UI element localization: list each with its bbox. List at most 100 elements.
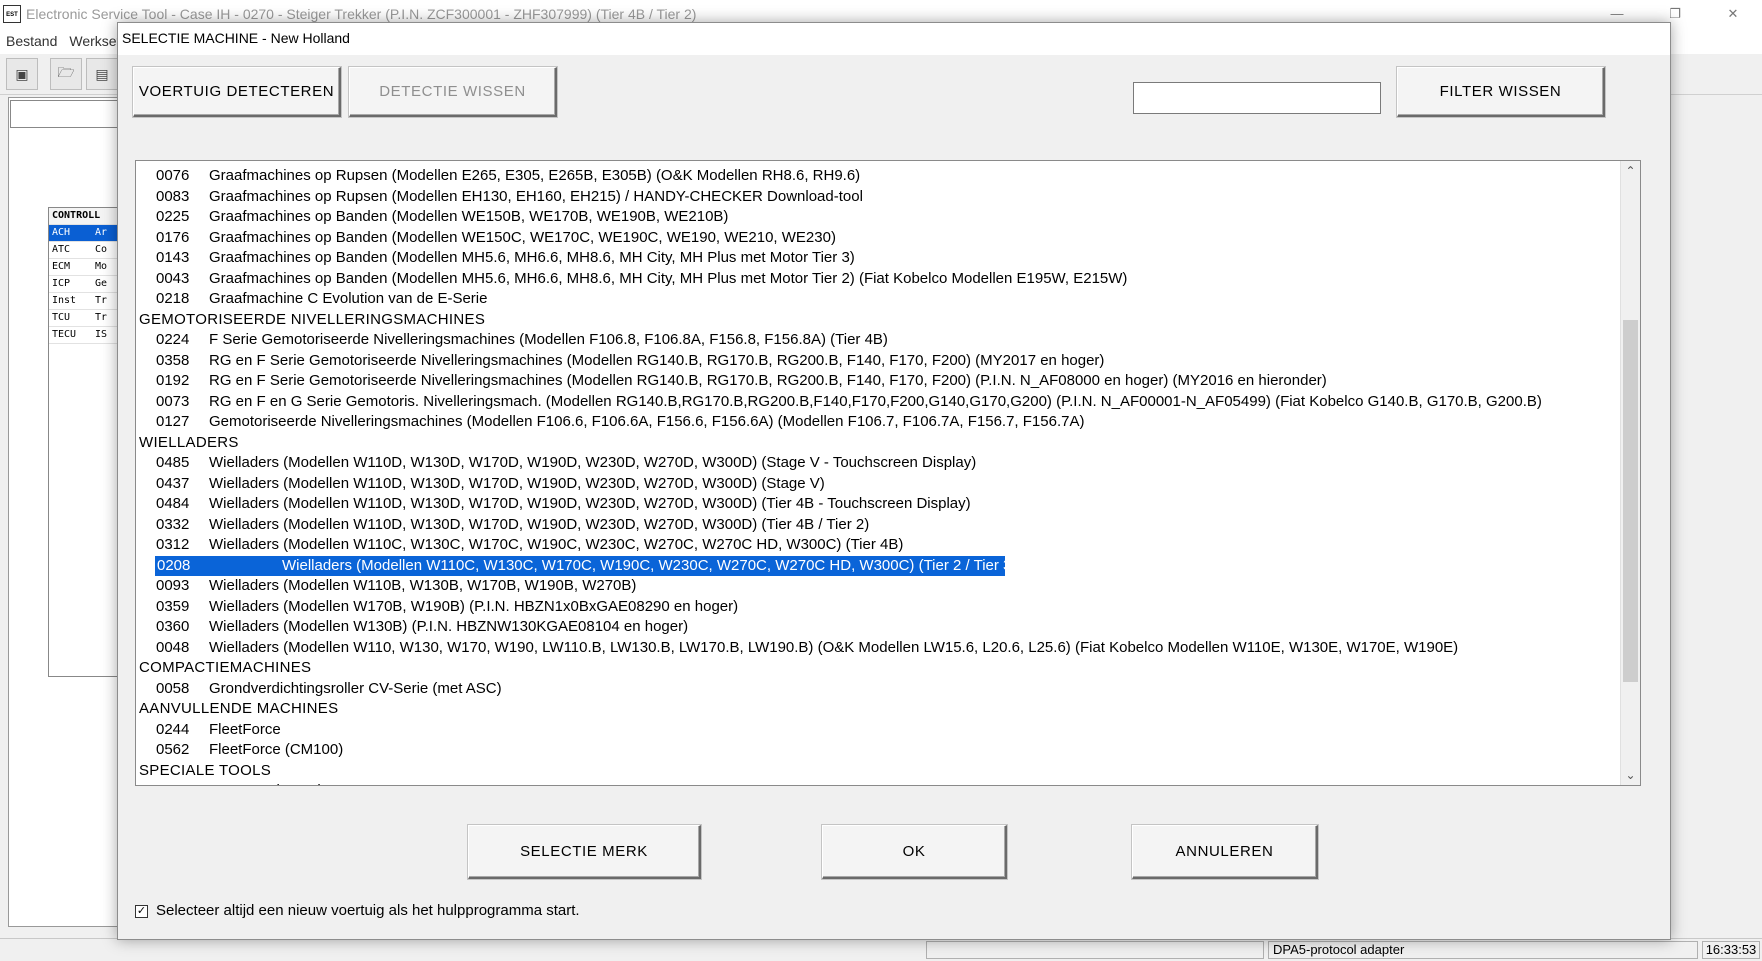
controller-name: Ar xyxy=(95,227,108,238)
machine-code: 0076 xyxy=(156,167,190,184)
list-item[interactable]: 0043 Graafmachines op Banden (Modellen MH… xyxy=(136,269,1620,290)
machine-description: RG en F en G Serie Gemotoris. Nivellerin… xyxy=(209,392,1542,410)
app-statusbar: DPA5-protocol adapter 16:33:53 xyxy=(0,938,1762,961)
machine-code: 0244 xyxy=(156,720,190,738)
machine-description: Wielladers (Modellen W170B, W190B) (P.I.… xyxy=(209,597,739,615)
machine-code: 0192 xyxy=(156,372,190,389)
list-item[interactable]: 0359 Wielladers (Modellen W170B, W190B) (… xyxy=(136,597,1620,618)
controller-row[interactable]: Inst Tr xyxy=(49,293,119,310)
machine-description: Grondverdichtingsroller CV-Serie (met AS… xyxy=(209,679,502,697)
list-item[interactable]: 0419 Logger onbewerkte CAN-gegevens xyxy=(136,781,1620,785)
list-item[interactable]: 0058 Grondverdichtingsroller CV-Serie (me… xyxy=(136,679,1620,700)
machine-code: 0225 xyxy=(156,208,190,225)
controller-code: ACH xyxy=(52,227,71,238)
controller-row[interactable]: ATC Co xyxy=(49,242,119,259)
filter-input[interactable] xyxy=(1133,82,1381,114)
list-item[interactable]: 0312 Wielladers (Modellen W110C, W130C, W… xyxy=(136,535,1620,556)
scroll-thumb[interactable] xyxy=(1623,319,1638,682)
machine-code: 0562 xyxy=(156,741,190,758)
controller-code: Inst xyxy=(52,295,77,306)
list-scrollbar[interactable]: ⌃ ⌄ xyxy=(1620,161,1640,785)
controllers-table-header: CONTROLL xyxy=(49,208,119,225)
machine-code: 0093 xyxy=(156,577,190,594)
controller-code: TECU xyxy=(52,329,77,340)
app-title: Electronic Service Tool - Case IH - 0270… xyxy=(26,6,697,22)
machine-description: Gemotoriseerde Nivelleringsmachines (Mod… xyxy=(209,413,1085,430)
detect-vehicle-button[interactable]: VOERTUIG DETECTEREN xyxy=(133,67,341,117)
controller-name: Tr xyxy=(95,312,108,323)
machine-code: 0058 xyxy=(156,679,190,697)
list-item[interactable]: 0244 FleetForce xyxy=(136,720,1620,741)
list-item[interactable]: 0073 RG en F en G Serie Gemotoris. Nivell… xyxy=(136,392,1620,413)
machine-description: RG en F Serie Gemotoriseerde Nivellering… xyxy=(209,372,1327,389)
controller-name: IS xyxy=(95,329,108,340)
machine-description: Wielladers (Modellen W110C, W130C, W170C… xyxy=(209,536,904,553)
machine-description: Graafmachines op Rupsen (Modellen E265, … xyxy=(209,167,861,184)
list-item-selected[interactable]: 0208 Wielladers (Modellen W110C, W130C, W… xyxy=(136,555,1620,577)
list-category-header: GEMOTORISEERDE NIVELLERINGSMACHINES xyxy=(139,310,486,328)
list-item[interactable]: 0093 Wielladers (Modellen W110B, W130B, W… xyxy=(136,576,1620,597)
controller-row[interactable]: ECM Mo xyxy=(49,259,119,276)
machine-code: 0224 xyxy=(156,331,190,348)
controller-row[interactable]: TCU Tr xyxy=(49,310,119,327)
est-tool-icon[interactable]: ▣ xyxy=(6,58,38,90)
list-item[interactable]: 0176 Graafmachines op Banden (Modellen WE… xyxy=(136,228,1620,249)
list-item[interactable]: 0358 RG en F Serie Gemotoriseerde Nivelle… xyxy=(136,351,1620,372)
machine-description: Logger onbewerkte CAN-gegevens xyxy=(209,781,443,785)
list-item[interactable]: 0225 Graafmachines op Banden (Modellen WE… xyxy=(136,207,1620,228)
machine-description: Wielladers (Modellen W110D, W130D, W170D… xyxy=(209,495,971,512)
list-item[interactable]: 0143 Graafmachines op Banden (Modellen MH… xyxy=(136,248,1620,269)
scroll-up-icon[interactable]: ⌃ xyxy=(1621,161,1640,181)
list-item[interactable]: 0332 Wielladers (Modellen W110D, W130D, W… xyxy=(136,515,1620,536)
machine-description: RG en F Serie Gemotoriseerde Nivellering… xyxy=(209,351,1105,369)
list-item[interactable]: 0218 Graafmachine C Evolution van de E-Se… xyxy=(136,289,1620,310)
list-item[interactable]: 0048 Wielladers (Modellen W110, W130, W17… xyxy=(136,638,1620,659)
controller-name: Ge xyxy=(95,278,108,289)
controllers-table: CONTROLL ACH Ar ATC Co ECM Mo ICP Ge Inst Tr TCU Tr… xyxy=(48,207,120,677)
machine-code: 0218 xyxy=(156,290,190,307)
clear-filter-button[interactable]: FILTER WISSEN xyxy=(1397,67,1605,117)
ok-button[interactable]: OK xyxy=(822,825,1007,879)
dialog-title: SELECTIE MACHINE - New Holland xyxy=(122,30,350,46)
machine-description: Graafmachine C Evolution van de E-Serie xyxy=(209,290,488,307)
machine-code: 0143 xyxy=(156,249,190,266)
list-item[interactable]: 0562 FleetForce (CM100) xyxy=(136,740,1620,761)
menu-bestand[interactable]: Bestand xyxy=(0,33,63,49)
machine-description: Wielladers (Modellen W110D, W130D, W170D… xyxy=(209,474,825,492)
checkmark-icon: ✓ xyxy=(136,905,147,917)
list-item[interactable]: 0076 Graafmachines op Rupsen (Modellen E2… xyxy=(136,166,1620,187)
list-item[interactable]: 0484 Wielladers (Modellen W110D, W130D, W… xyxy=(136,494,1620,515)
app-logo-icon: EST xyxy=(3,5,21,23)
machine-description: F Serie Gemotoriseerde Nivelleringsmachi… xyxy=(209,331,888,348)
controller-code: ECM xyxy=(52,261,71,272)
controller-row[interactable]: ACH Ar xyxy=(49,225,119,242)
controller-name: Co xyxy=(95,244,108,255)
controller-row[interactable]: ICP Ge xyxy=(49,276,119,293)
list-item[interactable]: 0127 Gemotoriseerde Nivelleringsmachines … xyxy=(136,412,1620,433)
controller-row[interactable]: TECU IS xyxy=(49,327,119,344)
machine-list[interactable]: 0076 Graafmachines op Rupsen (Modellen E2… xyxy=(135,160,1641,786)
clear-detection-button[interactable]: DETECTIE WISSEN xyxy=(349,67,557,117)
select-brand-button[interactable]: SELECTIE MERK xyxy=(468,825,701,879)
list-item[interactable]: 0083 Graafmachines op Rupsen (Modellen EH… xyxy=(136,187,1620,208)
list-item[interactable]: 0192 RG en F Serie Gemotoriseerde Nivelle… xyxy=(136,371,1620,392)
scroll-down-icon[interactable]: ⌄ xyxy=(1621,765,1640,785)
save-icon[interactable]: ▤ xyxy=(86,58,118,90)
open-folder-icon[interactable]: 🗁 xyxy=(50,58,82,90)
machine-code: 0208 xyxy=(157,556,191,574)
list-item[interactable]: 0360 Wielladers (Modellen W130B) (P.I.N. … xyxy=(136,617,1620,638)
list-item[interactable]: 0485 Wielladers (Modellen W110D, W130D, W… xyxy=(136,453,1620,474)
cancel-button[interactable]: ANNULEREN xyxy=(1132,825,1318,879)
machine-description: Wielladers (Modellen W110D, W130D, W170D… xyxy=(209,454,977,471)
machine-description: Wielladers (Modellen W110, W130, W170, W… xyxy=(209,638,1459,656)
controller-name: Mo xyxy=(95,261,108,272)
startup-checkbox[interactable]: ✓ xyxy=(135,905,148,918)
controller-code: TCU xyxy=(52,312,71,323)
machine-code: 0312 xyxy=(156,536,190,553)
machine-description: Graafmachines op Banden (Modellen WE150C… xyxy=(209,228,836,246)
close-icon[interactable]: ✕ xyxy=(1704,0,1762,28)
list-item[interactable]: 0224 F Serie Gemotoriseerde Nivelleringsm… xyxy=(136,330,1620,351)
list-item[interactable]: 0437 Wielladers (Modellen W110D, W130D, W… xyxy=(136,474,1620,495)
machine-code: 0176 xyxy=(156,228,190,246)
machine-description: Wielladers (Modellen W130B) (P.I.N. HBZN… xyxy=(209,618,689,635)
